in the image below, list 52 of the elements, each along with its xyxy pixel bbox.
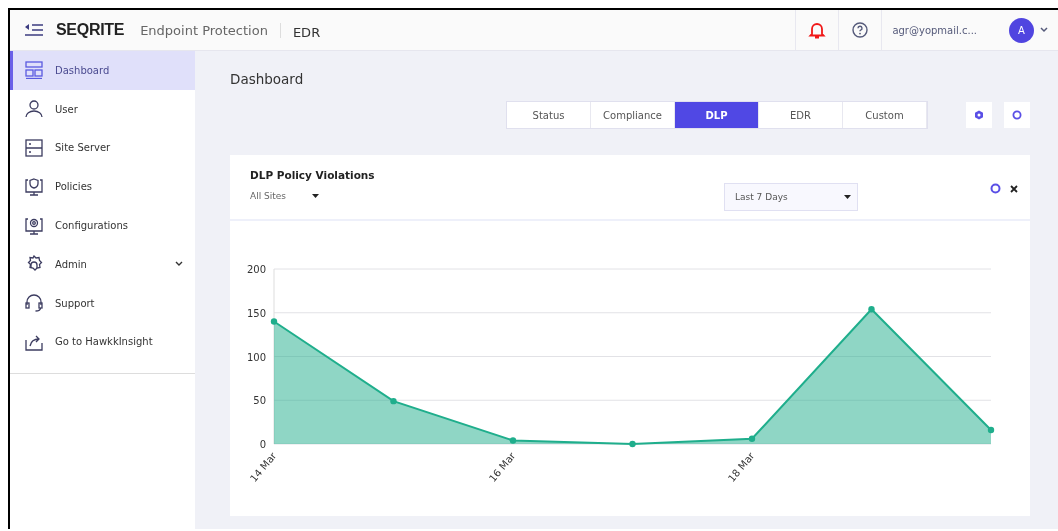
product-name: Endpoint Protection <box>140 22 281 38</box>
monitor-shield-icon <box>25 177 43 196</box>
data-point <box>748 435 756 442</box>
axis-label: 50 <box>253 395 266 407</box>
site-dropdown[interactable]: All Sites <box>250 191 319 201</box>
dashboard-tab[interactable]: Compliance <box>591 102 675 128</box>
range-dropdown[interactable]: Last 7 Days <box>724 183 858 211</box>
user-avatar[interactable]: A <box>1009 17 1034 43</box>
widget-title: DLP Policy Violations <box>250 169 376 181</box>
axis-label: 100 <box>246 351 266 363</box>
user-email[interactable]: agr@yopmail.c... <box>892 24 977 36</box>
close-icon[interactable] <box>1010 184 1018 193</box>
module-name: EDR <box>292 24 321 40</box>
sidebar-item[interactable]: User <box>10 89 195 129</box>
sidebar-item[interactable]: Site Server <box>10 128 195 168</box>
axis-label: 200 <box>246 264 266 275</box>
data-point <box>270 318 278 325</box>
headset-icon <box>25 294 43 313</box>
caret-icon <box>312 194 319 198</box>
dashboard-tab[interactable]: Custom <box>843 102 927 128</box>
data-point <box>987 426 995 434</box>
dashboard-tab[interactable]: EDR <box>759 102 843 128</box>
caret-icon <box>844 195 851 199</box>
help-icon <box>852 22 869 38</box>
refresh-icon[interactable] <box>990 183 1001 194</box>
page-title: Dashboard <box>230 71 305 87</box>
data-point <box>868 306 875 313</box>
chevron-down-icon[interactable] <box>1040 27 1048 33</box>
dashboard-tab[interactable]: Status <box>507 102 591 128</box>
layout-icon <box>25 61 43 80</box>
refresh-button[interactable] <box>1004 102 1030 128</box>
user-icon <box>25 100 43 119</box>
data-point <box>390 397 397 405</box>
sidebar-item[interactable]: Dashboard <box>10 51 195 90</box>
sidebar-item[interactable]: Support <box>10 283 195 323</box>
settings-icon <box>974 110 984 120</box>
collapse-menu-icon[interactable] <box>24 23 44 37</box>
settings-button[interactable] <box>966 102 992 128</box>
data-point <box>629 440 636 448</box>
axis-label: 0 <box>259 439 266 450</box>
brand-logo: SEQRITE <box>56 21 125 39</box>
monitor-gear-icon <box>25 216 43 235</box>
sidebar-item[interactable]: Go to HawkkInsight <box>10 322 195 362</box>
dashboard-tab[interactable]: DLP <box>675 102 759 128</box>
data-point <box>509 437 517 444</box>
sidebar-item[interactable]: Admin <box>10 245 195 284</box>
axis-label: 150 <box>246 307 266 319</box>
sidebar-item[interactable]: Configurations <box>10 206 195 245</box>
refresh-icon <box>1012 110 1022 120</box>
sidebar-item[interactable]: Policies <box>10 167 195 207</box>
bell-icon <box>808 21 827 39</box>
server-icon <box>25 139 43 157</box>
